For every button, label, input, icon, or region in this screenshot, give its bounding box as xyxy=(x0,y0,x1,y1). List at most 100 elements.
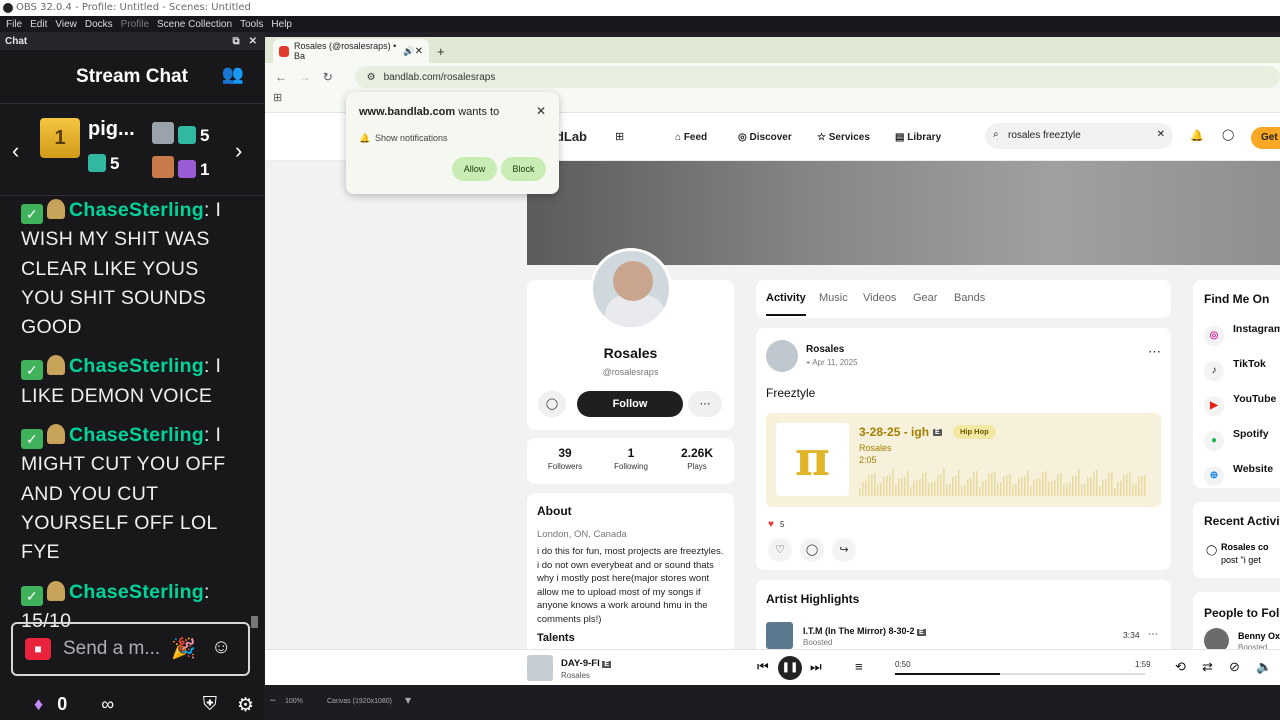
nav-library[interactable]: ▤ Library xyxy=(895,132,941,143)
player-title[interactable]: DAY-9-FI E xyxy=(561,658,612,669)
chat-username[interactable]: ChaseSterling xyxy=(69,424,204,446)
highlight-artwork[interactable] xyxy=(766,622,793,649)
canvas-size[interactable]: Canvas (1920x1080) xyxy=(327,698,392,705)
tab-videos[interactable]: Videos xyxy=(863,292,896,304)
zoom-level[interactable]: 100% xyxy=(285,698,303,705)
link-tiktok[interactable]: ♪TikTok xyxy=(1204,358,1266,381)
menu-help[interactable]: Help xyxy=(267,19,296,30)
clear-search-icon[interactable]: ✕ xyxy=(1157,129,1165,140)
post-author[interactable]: Rosales xyxy=(806,344,844,355)
repeat-icon[interactable]: ⟲ xyxy=(1175,659,1186,675)
nav-services[interactable]: ☆ Services xyxy=(817,132,870,143)
chat-username[interactable]: ChaseSterling xyxy=(69,199,204,221)
chevron-down-icon[interactable]: ▼ xyxy=(405,696,411,705)
person-name[interactable]: Benny Ox xyxy=(1238,631,1280,641)
queue-icon[interactable]: ≡ xyxy=(855,659,863,674)
close-dock-icon[interactable]: ✕ xyxy=(249,36,257,47)
menu-tools[interactable]: Tools xyxy=(236,19,267,30)
link-youtube[interactable]: ▶YouTube xyxy=(1204,393,1276,416)
chat-scrollbar[interactable] xyxy=(251,196,258,636)
waveform[interactable] xyxy=(859,468,1149,496)
allow-button[interactable]: Allow xyxy=(452,157,497,181)
waveform-bar xyxy=(961,486,963,496)
link-spotify[interactable]: ●Spotify xyxy=(1204,428,1269,451)
stat-following[interactable]: 1 Following xyxy=(601,446,661,471)
comment-button[interactable]: ◯ xyxy=(800,538,824,562)
shuffle-icon[interactable]: ⇄ xyxy=(1202,659,1213,675)
highlight-track-title[interactable]: I.T.M (In The Mirror) 8-30-2 E xyxy=(803,626,926,636)
shield-icon[interactable]: ⛨ xyxy=(203,694,217,717)
nav-feed[interactable]: ⌂ Feed xyxy=(675,132,707,143)
tab-activity[interactable]: Activity xyxy=(766,292,806,316)
undock-icon[interactable]: ⧉ xyxy=(232,36,239,47)
reload-icon[interactable]: ↻ xyxy=(323,70,347,84)
menu-file[interactable]: File xyxy=(2,19,26,30)
back-icon[interactable]: ← xyxy=(275,70,299,84)
close-tab-icon[interactable]: ✕ xyxy=(415,46,423,57)
previous-icon[interactable]: ⏮ xyxy=(757,659,769,675)
menu-edit[interactable]: Edit xyxy=(26,19,51,30)
message-button[interactable]: ◯ xyxy=(538,391,566,417)
track-title[interactable]: 3-28-25 - igh E xyxy=(859,425,942,439)
scrollbar-thumb[interactable] xyxy=(251,616,258,628)
player-artwork[interactable] xyxy=(527,655,553,681)
recent-activity-line1[interactable]: Rosales co xyxy=(1221,542,1269,552)
volume-icon[interactable]: 🔈 xyxy=(1256,659,1272,675)
progress-bar[interactable] xyxy=(895,673,1145,675)
tab-gear[interactable]: Gear xyxy=(913,292,937,304)
community-users-icon[interactable]: 👥 xyxy=(222,64,244,85)
emoji-icon[interactable]: ☺ xyxy=(211,636,231,659)
camera-icon[interactable]: ■ xyxy=(25,638,51,660)
chat-input[interactable]: ■ Send a m... 🎉 ☺ xyxy=(11,622,250,676)
gift-icon xyxy=(178,160,196,178)
nav-discover[interactable]: ◎ Discover xyxy=(738,132,792,143)
close-popup-icon[interactable]: ✕ xyxy=(536,104,546,118)
player-artist[interactable]: Rosales xyxy=(561,671,590,680)
celebration-icon[interactable]: 🎉 xyxy=(171,636,196,661)
share-button[interactable]: ↪ xyxy=(832,538,856,562)
url-input[interactable]: ⚙ bandlab.com/rosalesraps xyxy=(354,66,1280,88)
next-arrow-icon[interactable]: › xyxy=(235,138,242,164)
stat-followers[interactable]: 39 Followers xyxy=(535,446,595,471)
menu-docks[interactable]: Docks xyxy=(81,19,117,30)
gear-icon[interactable]: ⚙ xyxy=(237,694,254,717)
track-artwork[interactable]: π xyxy=(776,423,849,496)
track-artist[interactable]: Rosales xyxy=(859,443,892,453)
link-website[interactable]: ⊕Website xyxy=(1204,463,1273,486)
browser-tab[interactable]: Rosales (@rosalesraps) • Ba 🔊 ✕ xyxy=(273,39,429,63)
apps-icon[interactable]: ⊞ xyxy=(615,130,624,143)
get-button[interactable]: Get xyxy=(1251,127,1280,149)
points-icon[interactable]: ♦ xyxy=(34,694,43,715)
menu-scene-collection[interactable]: Scene Collection xyxy=(153,19,236,30)
block-button[interactable]: Block xyxy=(501,157,546,181)
tab-bands[interactable]: Bands xyxy=(954,292,985,304)
track-card[interactable]: π 3-28-25 - igh E Hip Hop Rosales 2:05 xyxy=(766,413,1161,507)
profile-avatar[interactable] xyxy=(590,248,672,330)
next-icon[interactable]: ⏭ xyxy=(810,659,822,675)
mute-icon[interactable]: ⊘ xyxy=(1229,659,1240,675)
highlight-more-icon[interactable]: ⋯ xyxy=(1148,629,1158,640)
more-options-button[interactable]: ⋯ xyxy=(688,391,722,417)
forward-icon[interactable]: → xyxy=(299,70,323,84)
prev-arrow-icon[interactable]: ‹ xyxy=(12,138,19,164)
tab-music[interactable]: Music xyxy=(819,292,848,304)
chat-username[interactable]: ChaseSterling xyxy=(69,355,204,377)
genre-badge[interactable]: Hip Hop xyxy=(953,425,996,439)
follow-button[interactable]: Follow xyxy=(577,391,683,417)
pause-button[interactable]: ❚❚ xyxy=(778,656,802,680)
like-button[interactable]: ♡ xyxy=(768,538,792,562)
apps-grid-icon[interactable]: ⊞ xyxy=(273,92,282,104)
site-settings-icon[interactable]: ⚙ xyxy=(367,72,376,83)
messages-icon[interactable]: ◯ xyxy=(1222,128,1234,141)
audio-icon[interactable]: 🔊 xyxy=(403,46,414,57)
link-instagram[interactable]: ◎Instagram xyxy=(1204,323,1280,346)
zoom-out-icon[interactable]: − xyxy=(269,696,277,706)
chat-username[interactable]: ChaseSterling xyxy=(69,581,204,603)
new-tab-icon[interactable]: + xyxy=(437,44,445,59)
post-avatar[interactable] xyxy=(766,340,798,372)
site-search-input[interactable]: ⌕ rosales freeztyle ✕ xyxy=(985,123,1173,149)
menu-view[interactable]: View xyxy=(51,19,81,30)
post-more-icon[interactable]: ⋯ xyxy=(1148,344,1161,360)
notifications-bell-icon[interactable]: 🔔 xyxy=(1190,129,1204,142)
menu-profile[interactable]: Profile xyxy=(117,19,153,30)
